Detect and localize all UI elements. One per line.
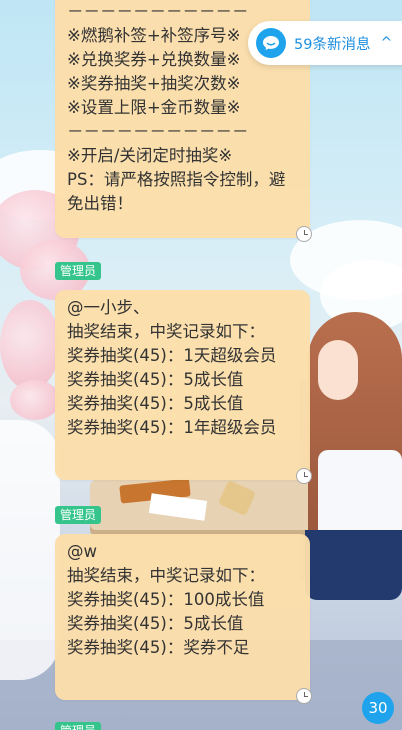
clock-icon — [296, 688, 312, 704]
message-line: 奖券抽奖(45)：5成长值 — [67, 614, 244, 633]
unread-count-badge[interactable]: 30 — [362, 692, 394, 724]
message-line: 免出错！ — [67, 194, 133, 213]
message-line: 奖券抽奖(45)：1年超级会员 — [67, 418, 277, 437]
admin-badge: 管理员 — [55, 262, 102, 280]
chat-bubble-icon — [256, 28, 286, 58]
message-line: 奖券抽奖(45)：奖券不足 — [67, 638, 250, 657]
message-line: 奖券抽奖(45)：5成长值 — [67, 394, 244, 413]
chat-screen: －－－－－－－－－－－ ※燃鹅补签+补签序号※ ※兑换奖券+兑换数量※ ※奖券抽… — [0, 0, 402, 730]
message-bubble[interactable]: @w 抽奖结束，中奖记录如下： 奖券抽奖(45)：100成长值 奖券抽奖(45)… — [55, 534, 312, 704]
new-messages-notification[interactable]: 59条新消息 ^ — [248, 21, 402, 65]
message-line: －－－－－－－－－－－ — [67, 122, 249, 141]
message-line: 奖券抽奖(45)：5成长值 — [67, 370, 244, 389]
new-messages-count: 59条新消息 — [294, 36, 371, 53]
mention[interactable]: @一小步、 — [67, 296, 298, 320]
message-bubble[interactable]: @一小步、 抽奖结束，中奖记录如下： 奖券抽奖(45)：1天超级会员 奖券抽奖(… — [55, 290, 312, 484]
message-line: 抽奖结束，中奖记录如下： — [67, 322, 265, 341]
message-line: 奖券抽奖(45)：100成长值 — [67, 590, 265, 609]
message-line: －－－－－－－－－－－ — [67, 2, 249, 21]
message-line: ※设置上限+金币数量※ — [67, 98, 241, 117]
chevron-up-icon: ^ — [380, 35, 393, 51]
admin-badge: 管理员 — [55, 506, 102, 524]
clock-icon — [296, 226, 312, 242]
message-line: ※奖券抽奖+抽奖次数※ — [67, 74, 241, 93]
message-line: 抽奖结束，中奖记录如下： — [67, 566, 265, 585]
message-line: ※开启/关闭定时抽奖※ — [67, 146, 233, 165]
mention[interactable]: @w — [67, 540, 298, 564]
message-line: 奖券抽奖(45)：1天超级会员 — [67, 346, 277, 365]
admin-badge: 管理员 — [55, 722, 102, 730]
message-line: PS：请严格按照指令控制，避 — [67, 170, 286, 189]
clock-icon — [296, 468, 312, 484]
